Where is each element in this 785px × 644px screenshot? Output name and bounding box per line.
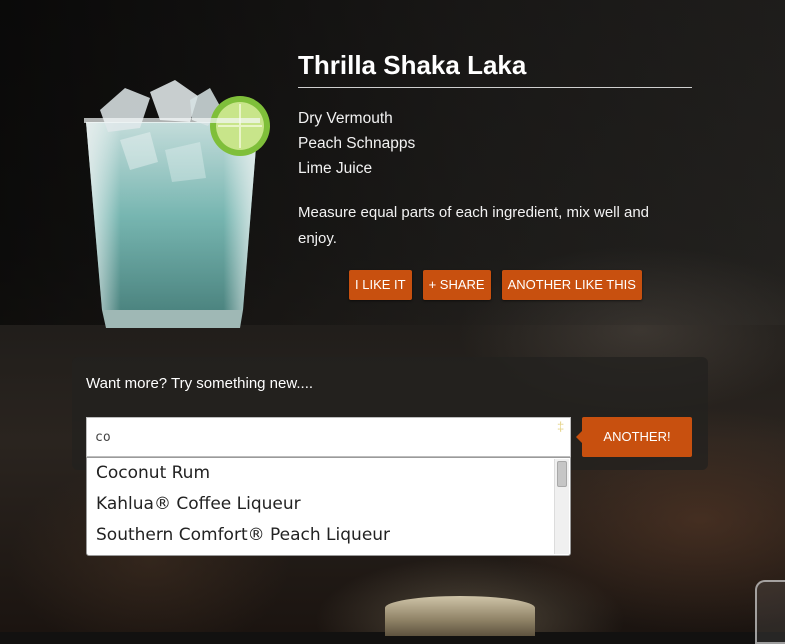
suggestion-item[interactable]: Southern Comfort® Peach Liqueur — [87, 520, 570, 551]
clear-input-icon[interactable]: ‡ — [557, 420, 569, 434]
another-like-this-button[interactable]: ANOTHER LIKE THIS — [501, 270, 642, 300]
action-buttons: I LIKE IT + SHARE ANOTHER LIKE THIS — [349, 270, 642, 300]
ingredient-item: Peach Schnapps — [298, 135, 416, 152]
drink-instructions: Measure equal parts of each ingredient, … — [298, 204, 650, 247]
autocomplete-dropdown: Coconut Rum Kahlua® Coffee Liqueur South… — [86, 457, 571, 556]
ingredient-item: Dry Vermouth — [298, 110, 393, 127]
share-button[interactable]: + SHARE — [422, 270, 491, 300]
background-shot-glass — [755, 580, 785, 644]
scrollbar-thumb[interactable] — [557, 461, 567, 487]
like-button[interactable]: I LIKE IT — [349, 270, 412, 300]
cocktail-glass-image — [80, 70, 275, 335]
drink-title: Thrilla Shaka Laka — [298, 50, 692, 88]
suggestion-item[interactable]: Kahlua® Coffee Liqueur — [87, 489, 570, 520]
background-cup — [385, 596, 535, 636]
another-button[interactable]: ANOTHER! — [582, 417, 692, 457]
ingredient-item: Lime Juice — [298, 160, 373, 177]
dropdown-scrollbar[interactable] — [554, 459, 569, 554]
ingredient-list: Dry Vermouth Peach Schnapps Lime Juice — [298, 106, 692, 181]
suggestion-item[interactable]: Coconut Rum — [87, 458, 570, 489]
search-prompt: Want more? Try something new.... — [86, 375, 314, 392]
ingredient-search-input[interactable] — [86, 417, 571, 457]
